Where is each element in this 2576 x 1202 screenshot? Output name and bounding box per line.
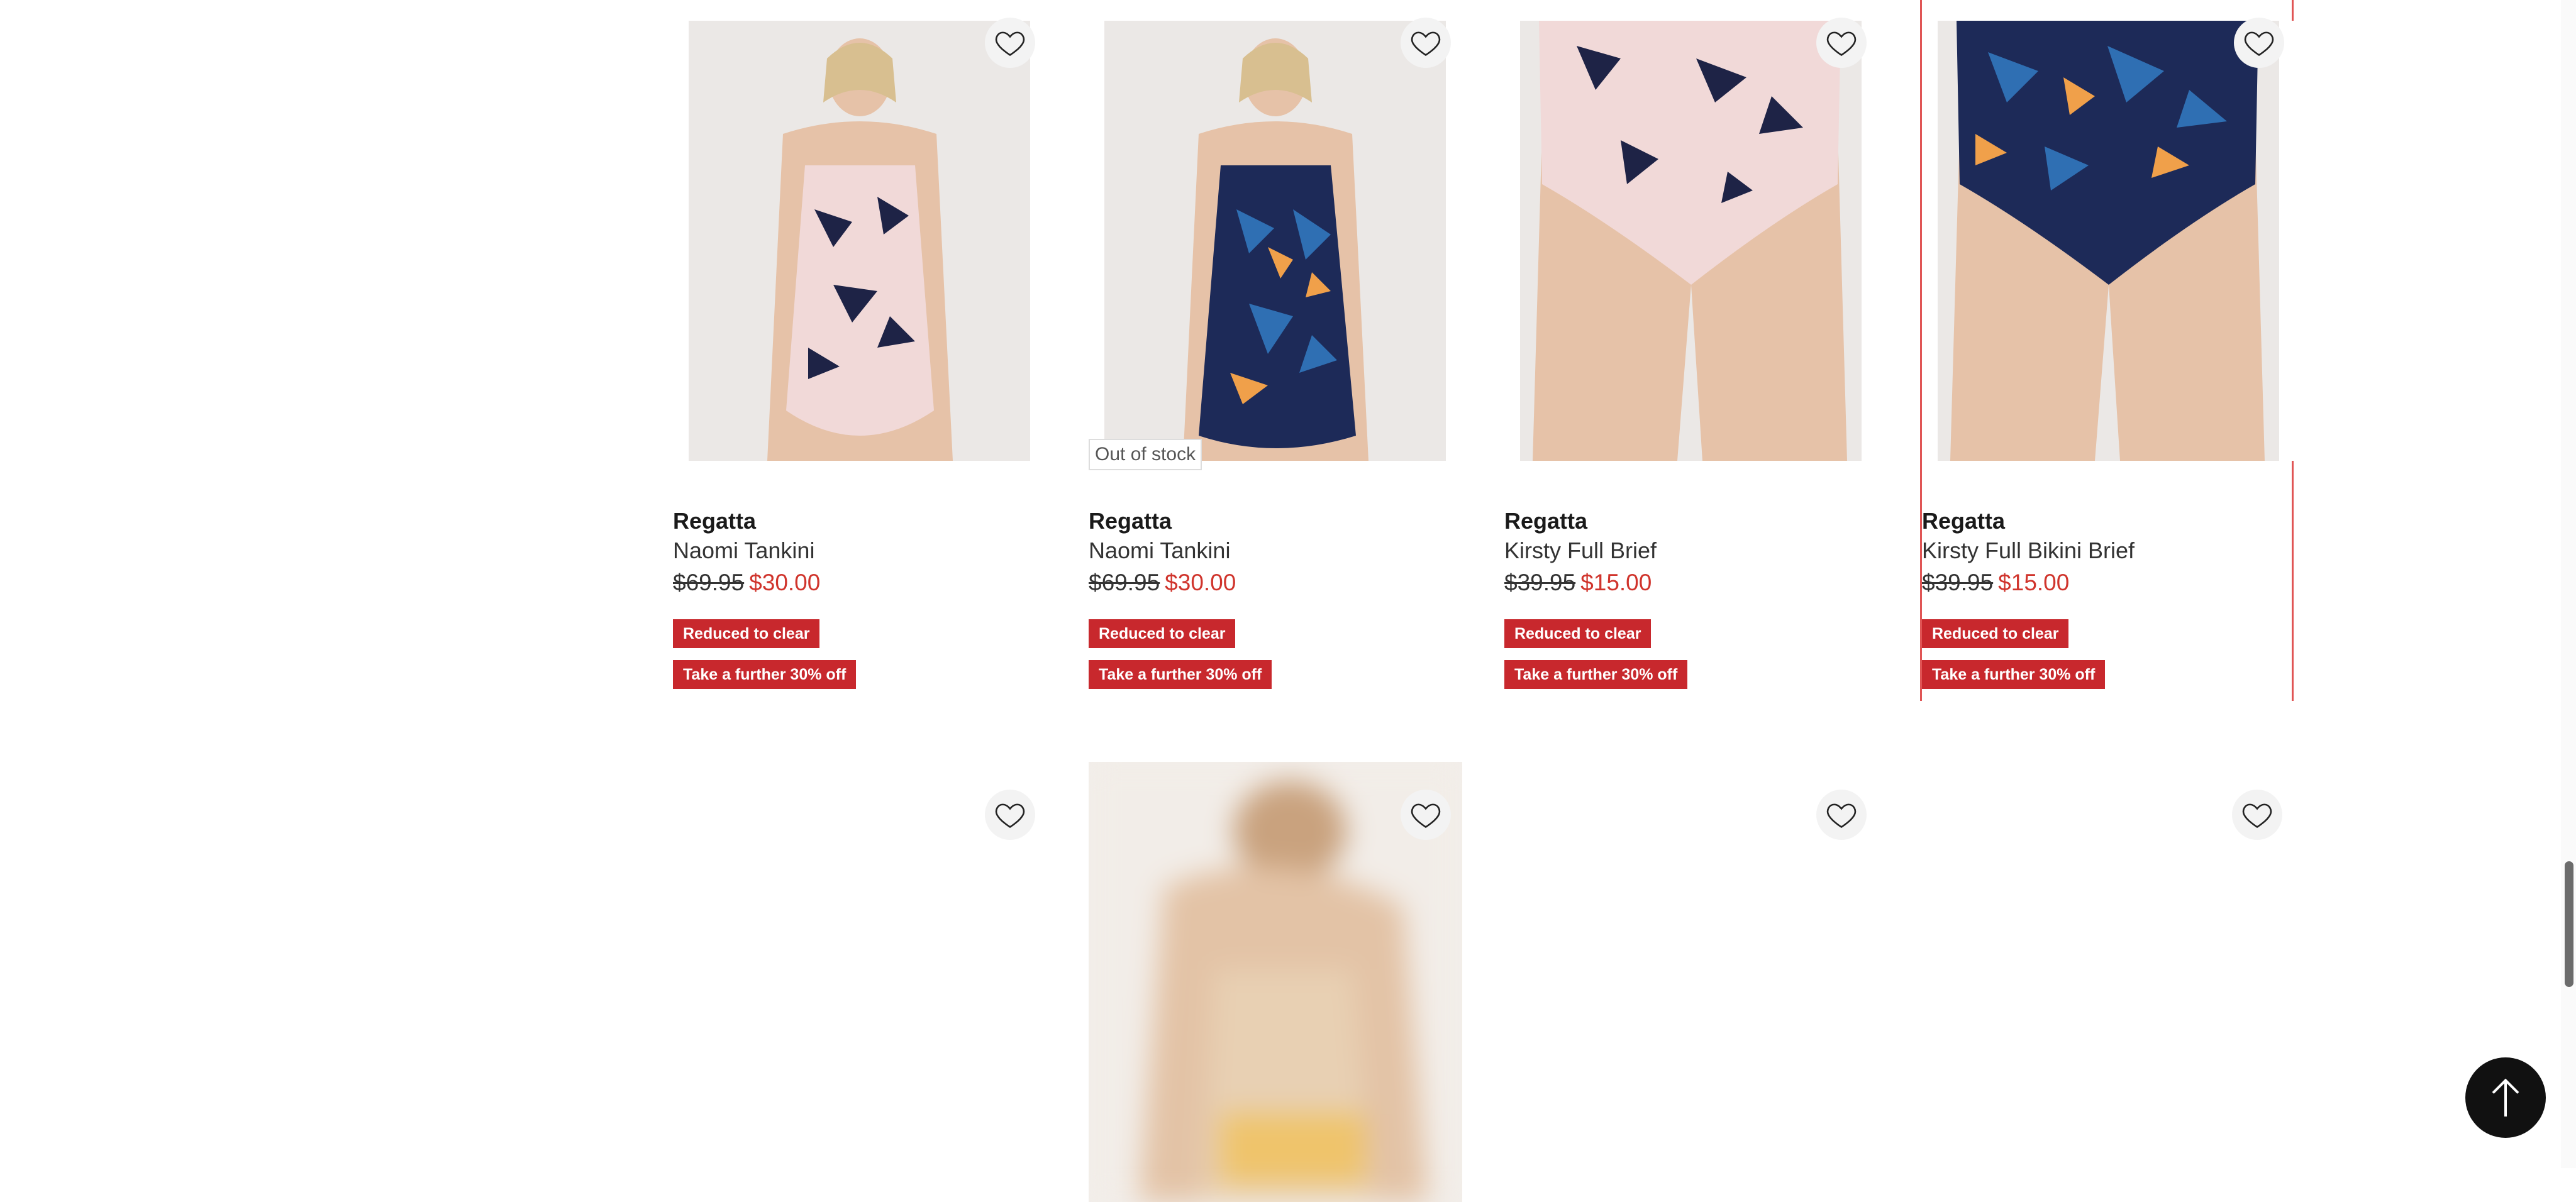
back-to-top-button[interactable] <box>2465 1057 2546 1138</box>
original-price: $39.95 <box>1504 570 1576 595</box>
heart-outline-icon <box>1826 31 1857 57</box>
product-card-selected[interactable]: Regatta Kirsty Full Bikini Brief $39.95 $… <box>1920 0 2296 701</box>
sale-price: $30.00 <box>749 570 821 595</box>
wishlist-button[interactable] <box>2232 790 2282 840</box>
product-card-loading[interactable] <box>1920 762 2294 1168</box>
arrow-up-icon <box>2492 1078 2519 1117</box>
product-photo[interactable] <box>1938 21 2279 461</box>
product-prices: $39.95 $15.00 <box>1504 570 1652 596</box>
wishlist-button[interactable] <box>1401 790 1451 840</box>
sale-price: $15.00 <box>1580 570 1652 595</box>
product-photo[interactable] <box>1520 21 1862 461</box>
product-brand[interactable]: Regatta <box>1089 508 1172 534</box>
wishlist-button[interactable] <box>1401 18 1451 68</box>
product-name[interactable]: Naomi Tankini <box>1089 538 1230 564</box>
reduced-to-clear-badge: Reduced to clear <box>1089 619 1236 648</box>
product-name[interactable]: Kirsty Full Brief <box>1504 538 1657 564</box>
scrollbar-thumb[interactable] <box>2565 861 2573 987</box>
product-brand[interactable]: Regatta <box>673 508 756 534</box>
product-photo[interactable] <box>1104 21 1446 461</box>
product-name[interactable]: Kirsty Full Bikini Brief <box>1922 538 2135 564</box>
product-image-area[interactable]: Out of stock <box>1089 18 1462 470</box>
product-photo[interactable] <box>689 21 1030 461</box>
product-card[interactable]: Out of stock Regatta Naomi Tankini $69.9… <box>1089 0 1462 701</box>
product-card-loading[interactable] <box>1089 762 1462 1202</box>
product-card-loading[interactable] <box>1504 762 1878 1168</box>
sale-price: $30.00 <box>1165 570 1236 595</box>
original-price: $69.95 <box>1089 570 1160 595</box>
product-brand[interactable]: Regatta <box>1504 508 1587 534</box>
further-discount-badge: Take a further 30% off <box>1504 660 1688 689</box>
product-name[interactable]: Naomi Tankini <box>673 538 814 564</box>
heart-outline-icon <box>995 803 1025 829</box>
product-card-loading[interactable] <box>673 762 1046 1168</box>
product-image-area[interactable] <box>1922 18 2296 461</box>
original-price: $69.95 <box>673 570 745 595</box>
heart-outline-icon <box>1411 803 1441 829</box>
page-scrollbar[interactable] <box>2561 0 2576 1168</box>
wishlist-button[interactable] <box>1816 790 1867 840</box>
wishlist-button[interactable] <box>985 790 1035 840</box>
product-prices: $69.95 $30.00 <box>673 570 820 596</box>
product-prices: $39.95 $15.00 <box>1922 570 2069 596</box>
heart-outline-icon <box>1826 803 1857 829</box>
product-brand[interactable]: Regatta <box>1922 508 2005 534</box>
product-image-area[interactable] <box>673 18 1046 461</box>
sale-price: $15.00 <box>1998 570 2070 595</box>
heart-outline-icon <box>1411 31 1441 57</box>
product-prices: $69.95 $30.00 <box>1089 570 1236 596</box>
wishlist-button[interactable] <box>985 18 1035 68</box>
product-grid: Regatta Naomi Tankini $69.95 $30.00 Reduc… <box>673 0 2296 1202</box>
product-card[interactable]: Regatta Naomi Tankini $69.95 $30.00 Reduc… <box>673 0 1046 701</box>
heart-outline-icon <box>2242 803 2272 829</box>
further-discount-badge: Take a further 30% off <box>1922 660 2106 689</box>
heart-outline-icon <box>2244 31 2274 57</box>
reduced-to-clear-badge: Reduced to clear <box>1922 619 2069 648</box>
original-price: $39.95 <box>1922 570 1994 595</box>
product-image-area[interactable] <box>1504 18 1878 461</box>
heart-outline-icon <box>995 31 1025 57</box>
product-card[interactable]: Regatta Kirsty Full Brief $39.95 $15.00 R… <box>1504 0 1878 701</box>
out-of-stock-label: Out of stock <box>1089 439 1202 470</box>
wishlist-button[interactable] <box>1816 18 1867 68</box>
wishlist-button[interactable] <box>2234 18 2284 68</box>
reduced-to-clear-badge: Reduced to clear <box>1504 619 1652 648</box>
further-discount-badge: Take a further 30% off <box>1089 660 1272 689</box>
reduced-to-clear-badge: Reduced to clear <box>673 619 820 648</box>
further-discount-badge: Take a further 30% off <box>673 660 857 689</box>
